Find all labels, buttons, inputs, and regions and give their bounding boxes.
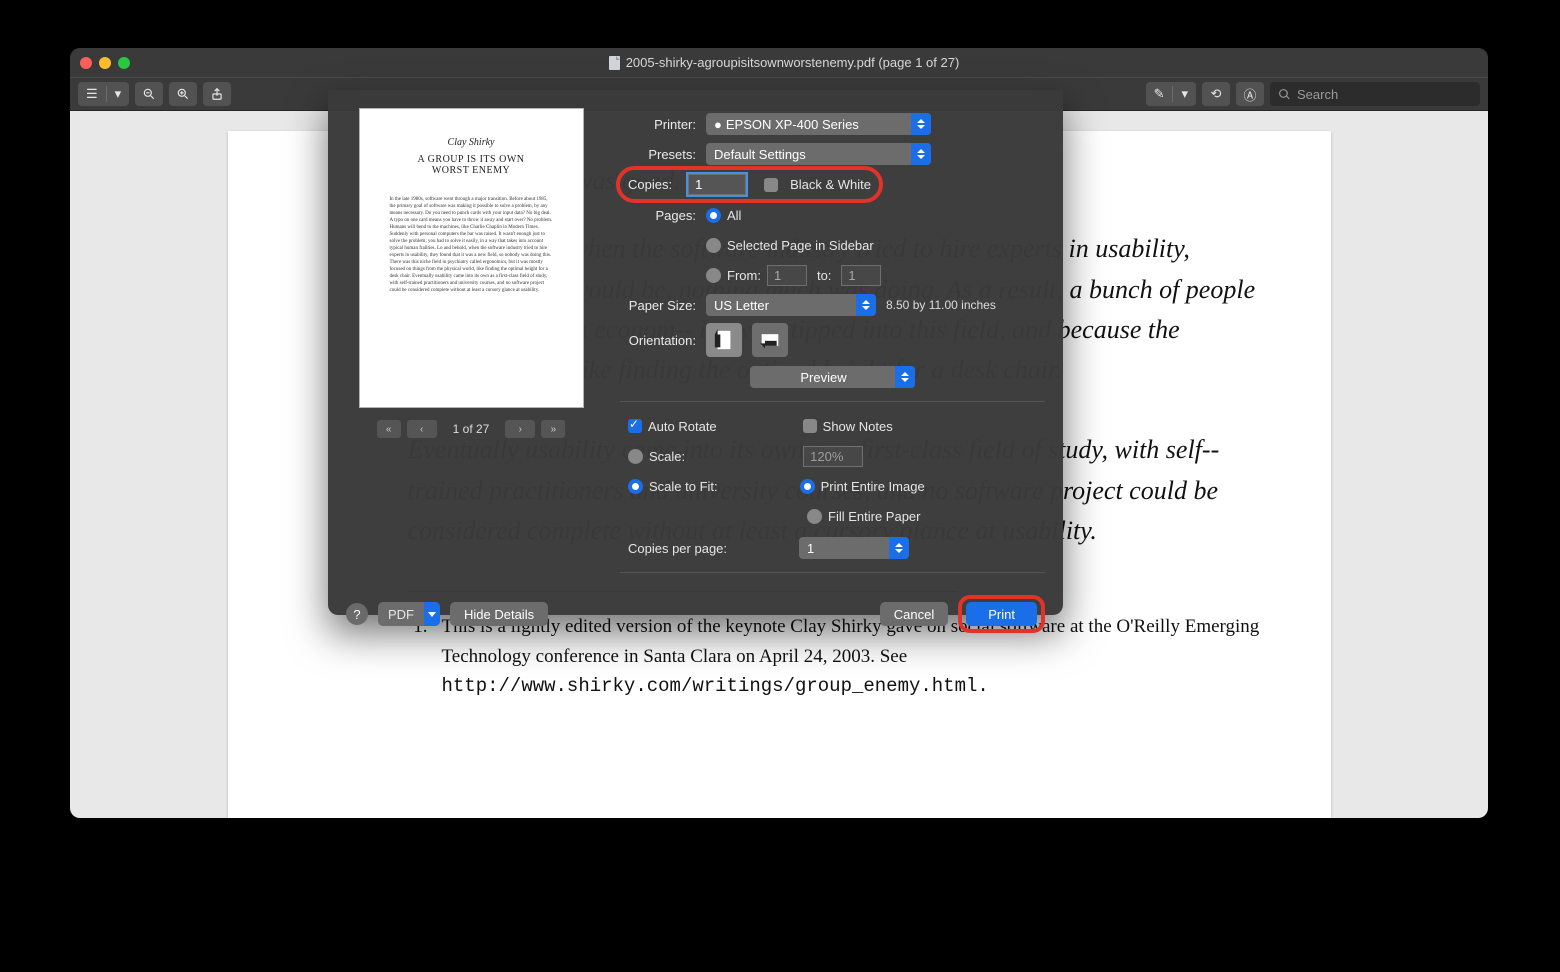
papersize-label: Paper Size: [620, 298, 706, 313]
pages-all-radio[interactable] [706, 208, 721, 223]
help-button[interactable]: ? [346, 603, 368, 625]
pages-selected-radio[interactable] [706, 238, 721, 253]
print-entire-image-label: Print Entire Image [821, 479, 925, 494]
copies-label: Copies: [628, 177, 682, 192]
app-options-select[interactable]: Preview [750, 366, 915, 388]
window-title: 2005-shirky-agroupisitsownworstenemy.pdf… [626, 55, 960, 70]
zoom-in-button[interactable] [169, 82, 197, 106]
orientation-portrait-button[interactable] [706, 323, 742, 357]
scale-input[interactable]: 120% [803, 446, 863, 467]
thumb-title-line2: WORST ENEMY [432, 165, 510, 176]
print-dialog: Clay Shirky A GROUP IS ITS OWN WORST ENE… [328, 90, 1063, 615]
footnote-url: http://www.shirky.com/writings/group_ene… [442, 675, 989, 697]
presets-select[interactable]: Default Settings [706, 143, 931, 165]
print-preview-pane: Clay Shirky A GROUP IS ITS OWN WORST ENE… [346, 108, 596, 583]
next-page-button[interactable]: › [505, 420, 535, 438]
pages-all-label: All [727, 208, 741, 223]
scale-radio[interactable] [628, 449, 643, 464]
printer-select[interactable]: ●EPSON XP-400 Series [706, 113, 931, 135]
share-button[interactable] [203, 82, 231, 106]
zoom-window-button[interactable] [118, 57, 130, 69]
copies-per-page-select[interactable]: 1 [799, 537, 909, 559]
pages-selected-label: Selected Page in Sidebar [727, 238, 874, 253]
minimize-window-button[interactable] [99, 57, 111, 69]
pages-to-label: to: [807, 268, 841, 283]
page-indicator: 1 of 27 [443, 422, 500, 436]
close-window-button[interactable] [80, 57, 92, 69]
thumb-title-line1: A GROUP IS ITS OWN [418, 154, 525, 165]
first-page-button[interactable]: « [377, 420, 401, 438]
search-input[interactable]: Search [1270, 82, 1480, 106]
sidebar-toggle-button[interactable]: ☰▾ [78, 82, 129, 106]
presets-label: Presets: [620, 147, 706, 162]
copies-input[interactable]: 1 [688, 174, 746, 195]
print-button[interactable]: Print [966, 602, 1037, 626]
scale-label: Scale: [649, 449, 685, 464]
thumb-body: In the late 1980s, software went through… [390, 196, 553, 294]
app-window: 2005-shirky-agroupisitsownworstenemy.pdf… [70, 48, 1488, 818]
copies-per-page-label: Copies per page: [628, 541, 727, 556]
show-notes-label: Show Notes [823, 419, 893, 434]
show-notes-checkbox[interactable] [803, 419, 817, 433]
thumb-author: Clay Shirky [448, 137, 495, 148]
rotate-button[interactable]: ⟲ [1202, 82, 1230, 106]
print-button-highlight: Print [958, 595, 1045, 633]
hide-details-button[interactable]: Hide Details [450, 602, 548, 626]
document-icon [609, 56, 620, 70]
zoom-out-button[interactable] [135, 82, 163, 106]
scale-to-fit-radio[interactable] [628, 479, 643, 494]
auto-rotate-label: Auto Rotate [648, 419, 717, 434]
orientation-label: Orientation: [620, 333, 706, 348]
pages-from-label: From: [727, 268, 761, 283]
print-entire-image-radio[interactable] [800, 479, 815, 494]
pages-to-input[interactable]: 1 [841, 265, 881, 286]
prev-page-button[interactable]: ‹ [407, 420, 437, 438]
pages-from-input[interactable]: 1 [767, 265, 807, 286]
papersize-dimensions: 8.50 by 11.00 inches [886, 298, 996, 312]
fill-entire-paper-label: Fill Entire Paper [828, 509, 920, 524]
separator [620, 572, 1045, 573]
black-white-label: Black & White [790, 177, 871, 192]
cancel-button[interactable]: Cancel [880, 602, 948, 626]
black-white-checkbox[interactable] [764, 178, 778, 192]
titlebar: 2005-shirky-agroupisitsownworstenemy.pdf… [70, 48, 1488, 77]
scale-to-fit-label: Scale to Fit: [649, 479, 718, 494]
printer-label: Printer: [620, 117, 706, 132]
pages-label: Pages: [620, 208, 706, 223]
papersize-select[interactable]: US Letter [706, 294, 876, 316]
last-page-button[interactable]: » [541, 420, 565, 438]
highlight-button[interactable]: ✎▾ [1146, 82, 1196, 106]
markup-button[interactable]: Ⓐ [1236, 82, 1264, 106]
pdf-dropdown-button[interactable]: PDF [378, 602, 440, 626]
print-preview-thumbnail: Clay Shirky A GROUP IS ITS OWN WORST ENE… [359, 108, 584, 408]
search-placeholder: Search [1297, 87, 1338, 102]
separator [620, 401, 1045, 402]
orientation-landscape-button[interactable] [752, 323, 788, 357]
window-controls [80, 57, 130, 69]
auto-rotate-checkbox[interactable] [628, 419, 642, 433]
fill-entire-paper-radio[interactable] [807, 509, 822, 524]
pages-range-radio[interactable] [706, 268, 721, 283]
